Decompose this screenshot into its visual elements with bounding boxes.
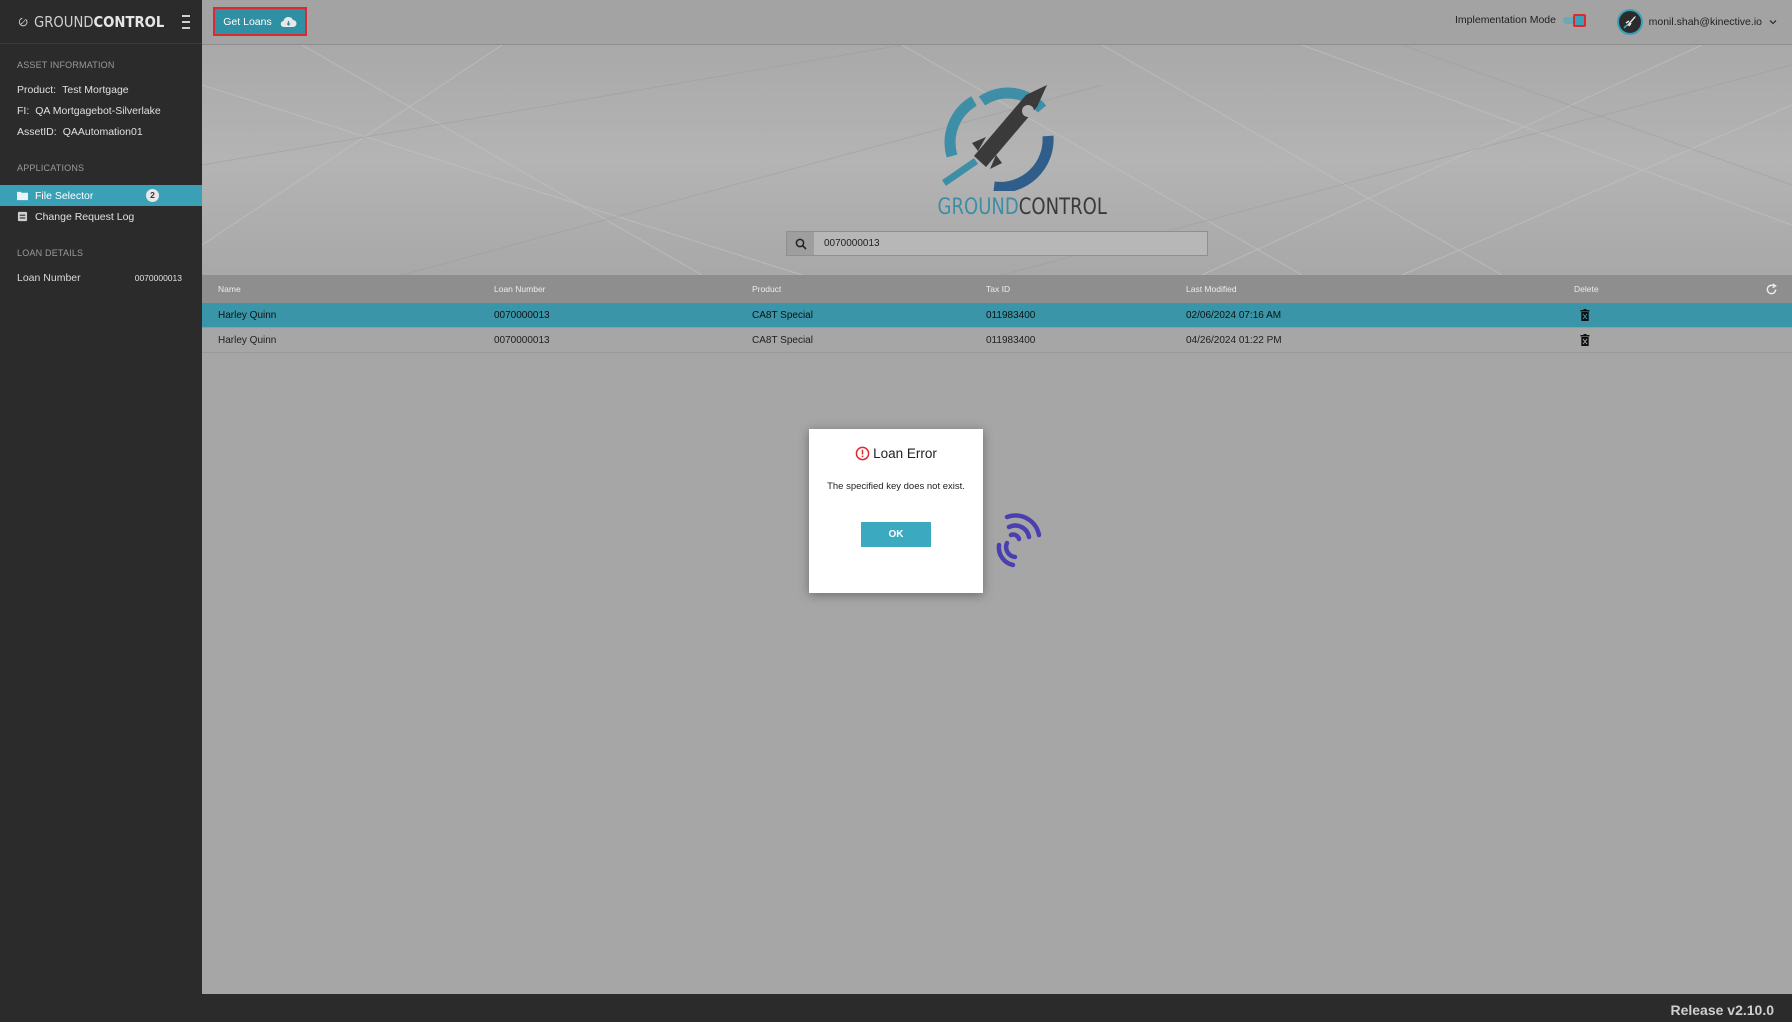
dialog-message: The specified key does not exist.	[827, 481, 965, 492]
table-header: Name Loan Number Product Tax ID Last Mod…	[202, 275, 1792, 303]
loan-search-bar	[786, 231, 1208, 256]
sidebar: GROUNDCONTROL ASSET INFORMATION Product:…	[0, 0, 202, 1022]
loan-number-value: 0070000013	[134, 273, 182, 283]
folder-icon	[17, 191, 28, 201]
loan-details-heading: LOAN DETAILS	[17, 248, 84, 258]
trash-icon[interactable]	[1580, 309, 1590, 322]
delete-cell	[1580, 303, 1590, 328]
search-icon	[795, 238, 807, 250]
search-input[interactable]	[814, 238, 1207, 249]
sidebar-item-file-selector[interactable]: File Selector 2	[0, 185, 202, 206]
column-header-delete: Delete	[1574, 284, 1599, 294]
cell-last-modified: 02/06/2024 07:16 AM	[1186, 310, 1282, 321]
ok-button[interactable]: OK	[861, 522, 931, 547]
loan-number-detail: Loan Number 0070000013	[0, 268, 202, 289]
sidebar-item-label: Change Request Log	[35, 210, 135, 223]
trash-icon[interactable]	[1580, 334, 1590, 347]
cell-product: CA8T Special	[752, 310, 813, 321]
get-loans-button[interactable]: Get Loans	[213, 7, 307, 36]
column-header-tax-id[interactable]: Tax ID	[986, 275, 1010, 303]
loan-error-dialog: Loan Error The specified key does not ex…	[809, 429, 983, 593]
hamburger-menu-icon[interactable]	[182, 14, 190, 29]
get-loans-label: Get Loans	[223, 15, 272, 28]
release-version: Release v2.10.0	[1670, 1002, 1774, 1018]
cloud-download-icon	[280, 16, 297, 27]
groundcontrol-logo-text: GROUNDCONTROL	[937, 195, 1107, 220]
cell-loan-number: 0070000013	[494, 335, 550, 346]
delete-cell	[1580, 328, 1590, 353]
table-row[interactable]: Harley Quinn 0070000013 CA8T Special 011…	[202, 303, 1792, 328]
app-logo-text: GROUNDCONTROL	[34, 12, 165, 31]
cell-loan-number: 0070000013	[494, 310, 550, 321]
cell-tax-id: 011983400	[986, 310, 1036, 321]
cell-tax-id: 011983400	[986, 335, 1036, 346]
cell-last-modified: 04/26/2024 01:22 PM	[1186, 335, 1282, 346]
column-header-last-modified[interactable]: Last Modified	[1186, 275, 1237, 303]
implementation-mode-label: Implementation Mode	[1455, 14, 1556, 26]
column-header-name[interactable]: Name	[218, 275, 241, 303]
table-row[interactable]: Harley Quinn 0070000013 CA8T Special 011…	[202, 328, 1792, 353]
chevron-down-icon	[1769, 20, 1777, 25]
cell-name: Harley Quinn	[218, 310, 277, 321]
cell-name: Harley Quinn	[218, 335, 277, 346]
sidebar-header: GROUNDCONTROL	[0, 0, 202, 44]
footer: Release v2.10.0	[202, 994, 1792, 1022]
sidebar-item-change-request-log[interactable]: Change Request Log	[0, 206, 202, 227]
user-menu[interactable]: monil.shah@kinective.io	[1616, 9, 1778, 35]
search-button[interactable]	[787, 232, 814, 255]
column-header-loan-number[interactable]: Loan Number	[494, 275, 546, 303]
asset-information-heading: ASSET INFORMATION	[17, 60, 115, 70]
column-header-product[interactable]: Product	[752, 275, 781, 303]
groundcontrol-rocket-logo-icon	[942, 85, 1054, 191]
applications-heading: APPLICATIONS	[17, 163, 85, 173]
hero-banner: GROUNDCONTROL	[202, 45, 1792, 275]
sidebar-item-label: File Selector	[35, 189, 94, 202]
asset-id: AssetID: QAAutomation01	[17, 126, 143, 138]
file-count-badge: 2	[146, 189, 159, 202]
rocket-icon	[1623, 16, 1636, 29]
user-email: monil.shah@kinective.io	[1648, 16, 1762, 28]
log-icon	[17, 211, 28, 222]
refresh-icon[interactable]	[1765, 283, 1778, 296]
error-icon	[855, 446, 870, 461]
cell-product: CA8T Special	[752, 335, 813, 346]
dialog-title: Loan Error	[809, 446, 983, 461]
asset-fi: FI: QA Mortgagebot-Silverlake	[17, 105, 161, 117]
top-bar: Get Loans Implementation Mode monil.shah…	[202, 0, 1792, 45]
dialog-title-text: Loan Error	[873, 446, 937, 461]
implementation-mode-toggle[interactable]	[1563, 14, 1586, 27]
asset-product: Product: Test Mortgage	[17, 84, 129, 96]
loans-table: Name Loan Number Product Tax ID Last Mod…	[202, 275, 1792, 353]
avatar	[1616, 9, 1643, 35]
rocket-logo-icon	[18, 17, 28, 26]
loan-number-label: Loan Number	[17, 272, 81, 284]
loading-spinner-icon	[996, 513, 1042, 568]
